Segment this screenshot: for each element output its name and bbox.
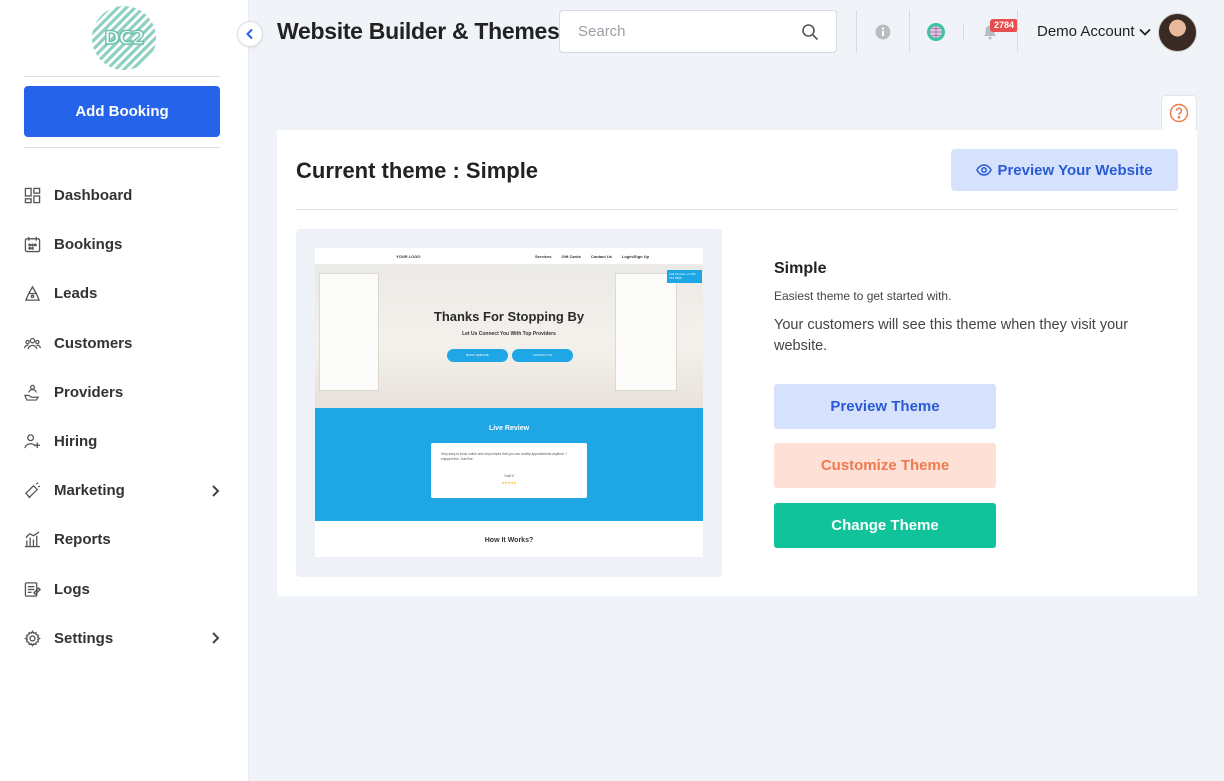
chevron-right-icon <box>212 485 220 497</box>
thumbnail-nav-link: Login/Sign Up <box>621 254 650 259</box>
preview-website-label: Preview Your Website <box>997 161 1153 179</box>
thumbnail-reviewer: Yusif X <box>503 474 515 478</box>
toolbar-separator <box>1017 10 1018 52</box>
account-menu[interactable]: Demo Account <box>1037 23 1151 40</box>
calendar-icon <box>24 237 41 253</box>
sidebar-item-label: Reports <box>54 531 111 549</box>
thumbnail-nav-link: Services <box>535 254 552 259</box>
sidebar-item-providers[interactable]: Providers <box>0 368 248 417</box>
thumbnail-book-button: BOOK SERVICE <box>447 349 508 362</box>
thumbnail-review-section: Live Review Very easy to book online and… <box>315 408 703 521</box>
sidebar-item-hiring[interactable]: Hiring <box>0 417 248 466</box>
thumbnail-call-cta: Call Us Now +1 152 752 7896 <box>667 270 702 283</box>
thumbnail-subheadline: Let Us Connect You With Top Providers <box>462 331 556 337</box>
website-globe-button[interactable] <box>926 22 946 42</box>
change-theme-button[interactable]: Change Theme <box>774 503 996 548</box>
logo-text: DC2 <box>103 26 145 50</box>
search-icon[interactable] <box>801 23 819 41</box>
reports-icon <box>24 531 41 548</box>
thumbnail-review-card: Very easy to book online and very helpfu… <box>431 443 587 498</box>
thumbnail-contact-button: CONTACT US <box>512 349 573 362</box>
preview-website-button[interactable]: Preview Your Website <box>951 149 1178 191</box>
sidebar-nav: Dashboard Bookings Leads Customers Provi… <box>0 171 248 663</box>
sidebar-item-marketing[interactable]: Marketing <box>0 466 248 515</box>
toolbar-separator <box>909 10 910 52</box>
current-theme-title: Current theme : Simple <box>296 158 539 183</box>
thumbnail-how-it-works: How It Works? <box>484 537 534 544</box>
sidebar-divider <box>24 76 220 77</box>
megaphone-icon <box>25 482 41 499</box>
sidebar-item-settings[interactable]: Settings <box>0 614 248 663</box>
sidebar-divider <box>24 147 220 148</box>
sidebar-item-label: Providers <box>54 383 124 401</box>
company-logo[interactable]: DC2 <box>92 6 156 70</box>
thumbnail-nav-link: Contact Us <box>590 254 612 259</box>
thumbnail-logo: YOUR LOGO <box>396 254 421 259</box>
sidebar-item-label: Marketing <box>54 482 125 500</box>
notification-badge: 2784 <box>990 19 1019 32</box>
page-title: Website Builder & Themes <box>277 18 560 44</box>
sidebar-item-label: Customers <box>54 334 133 352</box>
sidebar-item-dashboard[interactable]: Dashboard <box>0 171 248 220</box>
chevron-left-icon <box>246 28 253 40</box>
theme-description: Your customers will see this theme when … <box>774 317 1129 354</box>
collapse-sidebar-button[interactable] <box>237 21 263 47</box>
thumbnail-review-text: Very easy to book online and very helpfu… <box>441 452 567 461</box>
info-button[interactable] <box>875 24 891 40</box>
sidebar-item-logs[interactable]: Logs <box>0 565 248 614</box>
sidebar-item-label: Bookings <box>54 236 123 254</box>
thumbnail-nav-link: Gift Cards <box>561 254 581 259</box>
theme-thumbnail[interactable]: YOUR LOGO Services Gift Cards Contact Us… <box>315 248 703 557</box>
thumbnail-stars: ★★★★★ <box>501 481 517 485</box>
top-bar: Website Builder & Themes 2784 Demo Accou… <box>249 0 1224 66</box>
help-button[interactable] <box>1161 95 1197 131</box>
globe-icon <box>927 23 945 41</box>
thumbnail-nav-links: Services Gift Cards Contact Us Login/Sig… <box>535 254 649 259</box>
customize-theme-button[interactable]: Customize Theme <box>774 443 996 488</box>
sidebar-item-label: Leads <box>54 285 98 303</box>
theme-tagline: Easiest theme to get started with. <box>774 289 952 303</box>
sidebar-item-leads[interactable]: Leads <box>0 269 248 318</box>
add-booking-button[interactable]: Add Booking <box>24 86 220 137</box>
chevron-down-icon <box>1138 28 1151 36</box>
info-icon <box>875 24 891 40</box>
theme-name: Simple <box>774 260 827 277</box>
gear-icon <box>24 629 41 647</box>
theme-thumbnail-frame: YOUR LOGO Services Gift Cards Contact Us… <box>296 229 722 577</box>
leads-icon <box>24 286 41 302</box>
logs-icon <box>24 581 41 597</box>
sidebar-item-label: Logs <box>54 580 90 598</box>
thumbnail-review-heading: Live Review <box>488 425 530 432</box>
theme-card: Current theme : Simple Preview Your Webs… <box>277 130 1197 596</box>
search-box <box>559 10 837 53</box>
help-icon <box>1169 103 1189 123</box>
hiring-icon <box>24 434 41 449</box>
toolbar-separator <box>856 10 857 52</box>
thumbnail-navbar: YOUR LOGO Services Gift Cards Contact Us… <box>315 248 703 265</box>
customers-icon <box>24 337 41 349</box>
sidebar-item-label: Dashboard <box>54 187 133 205</box>
sidebar-item-customers[interactable]: Customers <box>0 319 248 368</box>
search-input[interactable] <box>560 23 801 40</box>
avatar[interactable] <box>1158 13 1197 52</box>
logo-container: DC2 <box>0 0 248 76</box>
preview-theme-button[interactable]: Preview Theme <box>774 384 996 429</box>
dashboard-icon <box>24 187 41 204</box>
thumbnail-headline: Thanks For Stopping By <box>433 309 585 324</box>
sidebar-item-bookings[interactable]: Bookings <box>0 220 248 269</box>
sidebar-item-reports[interactable]: Reports <box>0 515 248 564</box>
sidebar-item-label: Settings <box>54 629 114 647</box>
account-name: Demo Account <box>1037 23 1135 40</box>
sidebar-item-label: Hiring <box>54 433 98 451</box>
providers-icon <box>24 384 40 401</box>
sidebar: DC2 Add Booking Dashboard Bookings Leads… <box>0 0 249 781</box>
eye-icon <box>976 164 993 176</box>
card-divider <box>296 209 1178 210</box>
thumbnail-hero-image: Call Us Now +1 152 752 7896 Thanks For S… <box>315 265 703 408</box>
chevron-right-icon <box>212 632 220 644</box>
toolbar-separator <box>963 24 964 40</box>
